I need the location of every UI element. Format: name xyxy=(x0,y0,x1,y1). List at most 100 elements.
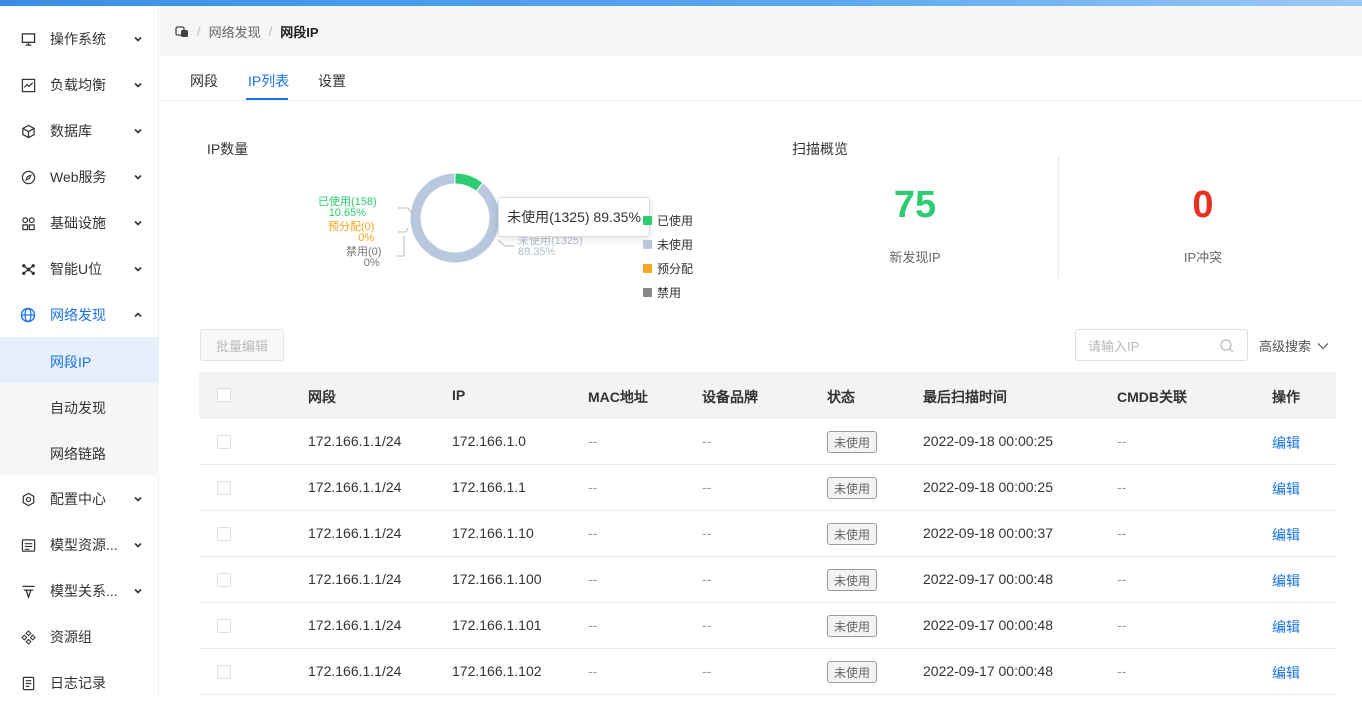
cell-brand: -- xyxy=(702,663,712,679)
legend-item-used[interactable]: 已使用 xyxy=(643,212,693,229)
legend-item-disabled[interactable]: 禁用 xyxy=(643,284,681,301)
chevron-down-icon xyxy=(132,79,144,91)
select-all-checkbox[interactable] xyxy=(217,388,231,402)
cell-mac: -- xyxy=(588,433,598,449)
edit-link[interactable]: 编辑 xyxy=(1272,571,1300,591)
status-badge: 未使用 xyxy=(827,569,878,591)
batch-edit-button[interactable]: 批量编辑 xyxy=(200,329,284,361)
row-checkbox[interactable] xyxy=(217,481,231,495)
table-row: 172.166.1.1/24 172.166.1.0 -- -- 未使用 202… xyxy=(199,419,1336,465)
sidebar-item-load-balance[interactable]: 负载均衡 xyxy=(0,62,159,108)
sidebar: 操作系统 负载均衡 数据库 Web服务 基础设施 智能U位 网络发现 网段IP … xyxy=(0,6,159,699)
new-ip-count: 75 xyxy=(893,184,937,226)
chevron-down-icon xyxy=(132,585,144,597)
tab-ip-list[interactable]: IP列表 xyxy=(248,71,289,91)
column-header[interactable]: 最后扫描时间 xyxy=(923,387,1007,407)
legend-swatch xyxy=(643,288,652,297)
legend-item-reserved[interactable]: 预分配 xyxy=(643,260,693,277)
sidebar-item-config-center[interactable]: 配置中心 xyxy=(0,476,159,522)
cell-scan-time: 2022-09-18 00:00:37 xyxy=(923,525,1053,541)
ip-conflict-label: IP冲突 xyxy=(1183,250,1223,265)
monitor-icon xyxy=(20,31,36,47)
ip-search-input[interactable] xyxy=(1088,336,1218,356)
sidebar-item-web[interactable]: Web服务 xyxy=(0,154,159,200)
sidebar-item-infra[interactable]: 基础设施 xyxy=(0,200,159,246)
table-row: 172.166.1.1/24 172.166.1.101 -- -- 未使用 2… xyxy=(199,603,1336,649)
funnel-icon xyxy=(20,583,36,599)
status-badge: 未使用 xyxy=(827,615,878,637)
sidebar-subitem-segment-ip[interactable]: 网段IP xyxy=(0,337,159,383)
row-checkbox[interactable] xyxy=(217,573,231,587)
sidebar-item-model-relation[interactable]: 模型关系... xyxy=(0,568,159,614)
edit-link[interactable]: 编辑 xyxy=(1272,433,1300,453)
chevron-down-icon xyxy=(132,171,144,183)
sidebar-item-label: 日志记录 xyxy=(50,675,106,691)
grid-icon xyxy=(20,215,36,231)
sidebar-subitem-label: 网段IP xyxy=(50,354,92,370)
sidebar-item-os[interactable]: 操作系统 xyxy=(0,16,159,62)
donut-slice-1[interactable] xyxy=(409,172,501,264)
advanced-search-toggle[interactable]: 高级搜索 xyxy=(1259,336,1329,355)
tab-settings[interactable]: 设置 xyxy=(318,71,346,91)
sidebar-item-model-resource[interactable]: 模型资源... xyxy=(0,522,159,568)
advanced-search-label: 高级搜索 xyxy=(1259,339,1312,354)
sidebar-item-label: 配置中心 xyxy=(50,491,106,507)
column-header[interactable]: 状态 xyxy=(827,387,855,407)
leader-line-disabled xyxy=(397,236,405,257)
home-icon[interactable] xyxy=(175,25,189,38)
column-header[interactable]: 网段 xyxy=(308,387,336,407)
column-header[interactable]: MAC地址 xyxy=(588,387,648,407)
sidebar-item-log[interactable]: 日志记录 xyxy=(0,660,159,706)
chevron-down-icon xyxy=(132,33,144,45)
overview-divider xyxy=(1058,156,1059,278)
breadcrumb-item[interactable]: 网络发现 xyxy=(209,22,261,41)
cell-segment: 172.166.1.1/24 xyxy=(308,663,402,679)
legend-item-unused[interactable]: 未使用 xyxy=(643,236,693,253)
sidebar-subitem-network-link[interactable]: 网络链路 xyxy=(0,429,159,475)
sidebar-item-resource-group[interactable]: 资源组 xyxy=(0,614,159,660)
edit-link[interactable]: 编辑 xyxy=(1272,663,1300,683)
edit-link[interactable]: 编辑 xyxy=(1272,617,1300,637)
cell-ip: 172.166.1.100 xyxy=(452,571,542,587)
cluster-icon xyxy=(20,261,36,277)
chevron-up-icon xyxy=(132,309,144,321)
cell-cmdb: -- xyxy=(1117,433,1127,449)
chevron-down-icon xyxy=(132,539,144,551)
sidebar-item-label: 操作系统 xyxy=(50,31,106,47)
search-icon[interactable] xyxy=(1219,338,1235,354)
settings-icon xyxy=(20,491,36,507)
globe-icon xyxy=(20,307,36,323)
log-icon xyxy=(20,675,36,691)
row-checkbox[interactable] xyxy=(217,435,231,449)
cell-brand: -- xyxy=(702,525,712,541)
cell-ip: 172.166.1.10 xyxy=(452,525,534,541)
sidebar-item-smart-u[interactable]: 智能U位 xyxy=(0,246,159,292)
sidebar-subitem-auto-discovery[interactable]: 自动发现 xyxy=(0,383,159,429)
table-header: 网段 IP MAC地址 设备品牌 状态 最后扫描时间 CMDB关联 操作 xyxy=(199,372,1336,419)
sidebar-item-database[interactable]: 数据库 xyxy=(0,108,159,154)
column-header[interactable]: 操作 xyxy=(1272,387,1300,407)
sidebar-item-label: 网络发现 xyxy=(50,307,106,323)
sidebar-item-label: 模型资源... xyxy=(50,537,118,553)
breadcrumb: / 网络发现 / 网段IP xyxy=(160,6,1362,56)
row-checkbox[interactable] xyxy=(217,527,231,541)
tab-segment[interactable]: 网段 xyxy=(190,71,218,91)
row-checkbox[interactable] xyxy=(217,619,231,633)
edit-link[interactable]: 编辑 xyxy=(1272,479,1300,499)
table-row: 172.166.1.1/24 172.166.1.10 -- -- 未使用 20… xyxy=(199,511,1336,557)
cell-brand: -- xyxy=(702,479,712,495)
cell-segment: 172.166.1.1/24 xyxy=(308,479,402,495)
column-header[interactable]: 设备品牌 xyxy=(702,387,758,407)
cell-cmdb: -- xyxy=(1117,525,1127,541)
diamond-icon xyxy=(20,629,36,645)
row-checkbox[interactable] xyxy=(217,665,231,679)
chevron-down-icon xyxy=(132,217,144,229)
cell-ip: 172.166.1.1 xyxy=(452,479,526,495)
table-row: 172.166.1.1/24 172.166.1.1 -- -- 未使用 202… xyxy=(199,465,1336,511)
table-row: 172.166.1.1/24 172.166.1.100 -- -- 未使用 2… xyxy=(199,557,1336,603)
cell-brand: -- xyxy=(702,571,712,587)
column-header[interactable]: CMDB关联 xyxy=(1117,387,1187,407)
sidebar-item-network-discovery[interactable]: 网络发现 xyxy=(0,292,159,338)
column-header[interactable]: IP xyxy=(452,387,465,403)
edit-link[interactable]: 编辑 xyxy=(1272,525,1300,545)
